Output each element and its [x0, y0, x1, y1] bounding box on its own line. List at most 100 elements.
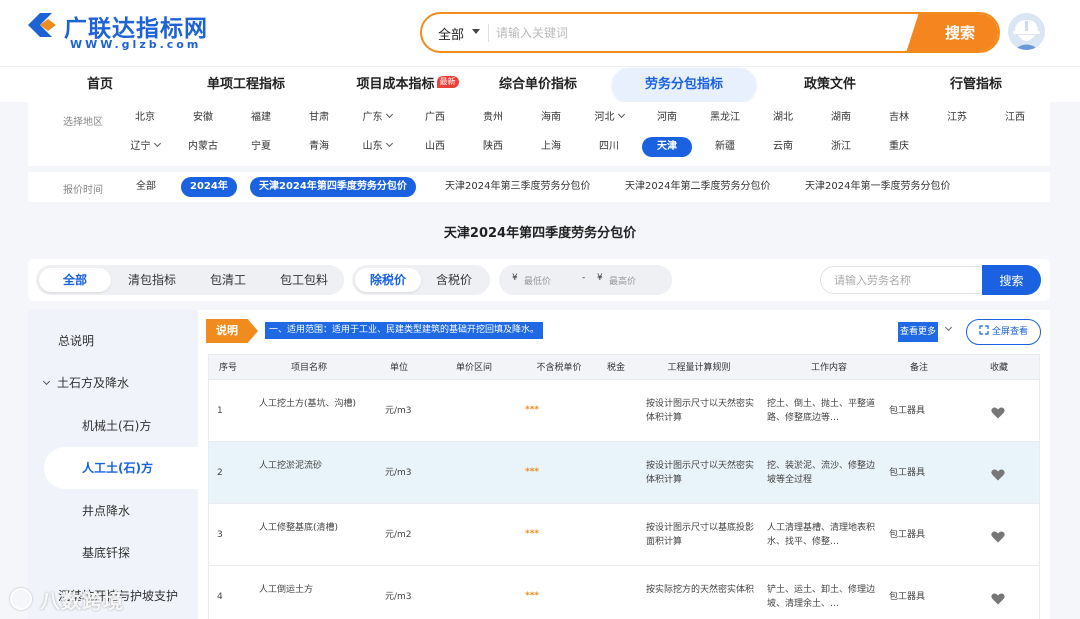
period-q3[interactable]: 天津2024年第三季度劳务分包价	[445, 177, 590, 197]
type-labor-material[interactable]: 包工包料	[266, 268, 342, 292]
search-divider	[488, 24, 489, 42]
caret-down-icon[interactable]	[472, 29, 480, 34]
period-q4[interactable]: 天津2024年第四季度劳务分包价	[250, 177, 416, 197]
chevron-down-icon	[153, 139, 161, 148]
region-row2-6[interactable]: 陕西	[468, 137, 518, 157]
favorite-heart-icon[interactable]	[991, 528, 1005, 543]
period-q1[interactable]: 天津2024年第一季度劳务分包价	[805, 177, 950, 197]
region-row2-4[interactable]: 山东	[352, 137, 402, 157]
region-5[interactable]: 广西	[410, 108, 460, 128]
region-label-text: 山东	[362, 141, 383, 152]
max-price-input[interactable]: 最高价	[609, 274, 636, 287]
search-button[interactable]: 搜索	[906, 14, 998, 51]
chevron-down-icon	[385, 139, 393, 148]
row-unit: 元/m3	[385, 468, 412, 478]
row-name: 人工挖淤泥流砂	[259, 461, 323, 471]
chevron-down-icon	[42, 377, 51, 386]
notice-text: 一、适用范围：适用于工业、民建类型建筑的基础开挖回填及降水。	[265, 322, 544, 339]
region-8[interactable]: 河北	[584, 108, 634, 128]
nav-policy[interactable]: 政策文件	[790, 67, 870, 103]
watermark-logo	[10, 588, 32, 610]
region-9[interactable]: 河南	[642, 108, 692, 128]
sidebar-group-earthwork[interactable]: 土石方及降水	[28, 362, 198, 404]
row-name: 人工修整基底(清槽)	[259, 523, 339, 533]
row-no: 4	[217, 592, 223, 602]
period-q2[interactable]: 天津2024年第二季度劳务分包价	[625, 177, 770, 197]
row-work: 铲土、运土、卸土、修理边坡、清理余土、…	[767, 585, 876, 609]
user-avatar[interactable]	[1008, 13, 1045, 50]
period-all[interactable]: 全部	[136, 177, 156, 197]
region-1[interactable]: 安徽	[178, 108, 228, 128]
tax-excluded[interactable]: 除税价	[355, 268, 421, 292]
table-row[interactable]: 3 人工修整基底(清槽) 元/m2 *** 按设计图示尺寸以基底投影面积计算 人工清理基槽…	[208, 504, 1040, 566]
favorite-heart-icon[interactable]	[991, 404, 1005, 419]
region-row2-2[interactable]: 宁夏	[236, 137, 286, 157]
region-10[interactable]: 黑龙江	[700, 108, 750, 128]
fullscreen-button[interactable]: 全屏查看	[966, 319, 1041, 345]
row-note: 包工器具	[889, 530, 926, 540]
region-row2-7[interactable]: 上海	[526, 137, 576, 157]
region-row2-3[interactable]: 青海	[294, 137, 344, 157]
sidebar-item-machine-earthwork[interactable]: 机械土(石)方	[28, 405, 198, 447]
search-scope-select[interactable]: 全部	[438, 24, 464, 43]
region-row2-12[interactable]: 浙江	[816, 137, 866, 157]
type-all[interactable]: 全部	[39, 268, 111, 292]
table-row[interactable]: 4 人工倒运土方 元/m3 *** 按实际挖方的天然密实体积 铲土、运土、卸土、修理边坡、…	[208, 566, 1040, 619]
nav-home[interactable]: 首页	[70, 67, 130, 103]
favorite-heart-icon[interactable]	[991, 466, 1005, 481]
sidebar-item-wellpoint[interactable]: 井点降水	[28, 490, 198, 532]
currency-icon: ¥	[597, 273, 603, 283]
row-work: 挖土、倒土、抛土、平整道路、修整底边等…	[767, 399, 876, 423]
row-name: 人工倒运土方	[259, 585, 314, 595]
region-row2-8[interactable]: 四川	[584, 137, 634, 157]
row-no: 1	[217, 406, 223, 416]
nav-labor-subcontract[interactable]: 劳务分包指标	[612, 68, 756, 102]
region-12[interactable]: 湖南	[816, 108, 866, 128]
region-3[interactable]: 甘肃	[294, 108, 344, 128]
favorite-heart-icon[interactable]	[991, 590, 1005, 605]
site-logo[interactable]: 广联达指标网 WWW.glzb.com	[26, 9, 276, 57]
chevron-down-icon[interactable]	[944, 323, 953, 332]
row-price: ***	[525, 405, 540, 415]
region-row2-9[interactable]: 天津	[642, 137, 692, 157]
region-13[interactable]: 吉林	[874, 108, 924, 128]
period-2024[interactable]: 2024年	[181, 177, 237, 197]
labor-search-button[interactable]: 搜索	[982, 265, 1041, 295]
sidebar-item-manual-earthwork[interactable]: 人工土(石)方	[44, 447, 198, 489]
region-11[interactable]: 湖北	[758, 108, 808, 128]
notice-tag: 说明	[206, 319, 258, 343]
sidebar-item-probing[interactable]: 基底钎探	[28, 532, 198, 574]
row-note: 包工器具	[889, 468, 926, 478]
region-6[interactable]: 贵州	[468, 108, 518, 128]
table-row[interactable]: 2 人工挖淤泥流砂 元/m3 *** 按设计图示尺寸以天然密实体积计算 挖、装淤泥、流沙、…	[208, 442, 1040, 504]
search-input[interactable]	[496, 19, 896, 47]
type-clear-package[interactable]: 清包指标	[114, 268, 190, 292]
region-15[interactable]: 江西	[990, 108, 1040, 128]
table-row[interactable]: 1 人工挖土方(基坑、沟槽) 元/m3 *** 按设计图示尺寸以天然密实体积计算 挖土、倒…	[208, 380, 1040, 442]
row-work: 人工清理基槽、清理地表积水、找平、修整…	[767, 523, 876, 547]
region-row2-5[interactable]: 山西	[410, 137, 460, 157]
nav-project-cost[interactable]: 项目成本指标 最新	[345, 67, 470, 103]
region-7[interactable]: 海南	[526, 108, 576, 128]
chevron-down-icon	[617, 110, 625, 119]
region-row2-11[interactable]: 云南	[758, 137, 808, 157]
nav-single-project[interactable]: 单项工程指标	[196, 67, 296, 103]
type-labor-only[interactable]: 包清工	[192, 268, 264, 292]
region-label: 选择地区	[63, 117, 103, 128]
nav-unit-price[interactable]: 综合单价指标	[488, 67, 588, 103]
region-row2-10[interactable]: 新疆	[700, 137, 750, 157]
region-14[interactable]: 江苏	[932, 108, 982, 128]
view-more-link[interactable]: 查看更多	[898, 322, 939, 342]
region-row2-0[interactable]: 辽宁	[120, 137, 170, 157]
nav-industry[interactable]: 行管指标	[936, 67, 1016, 103]
region-4[interactable]: 广东	[352, 108, 402, 128]
sidebar-item-overview[interactable]: 总说明	[28, 320, 198, 362]
tax-included[interactable]: 含税价	[422, 268, 486, 292]
labor-name-input[interactable]	[820, 266, 984, 294]
min-price-input[interactable]: 最低价	[524, 274, 551, 287]
region-2[interactable]: 福建	[236, 108, 286, 128]
region-0[interactable]: 北京	[120, 108, 170, 128]
col-name: 项目名称	[290, 363, 327, 373]
region-row2-13[interactable]: 重庆	[874, 137, 924, 157]
region-row2-1[interactable]: 内蒙古	[178, 137, 228, 157]
